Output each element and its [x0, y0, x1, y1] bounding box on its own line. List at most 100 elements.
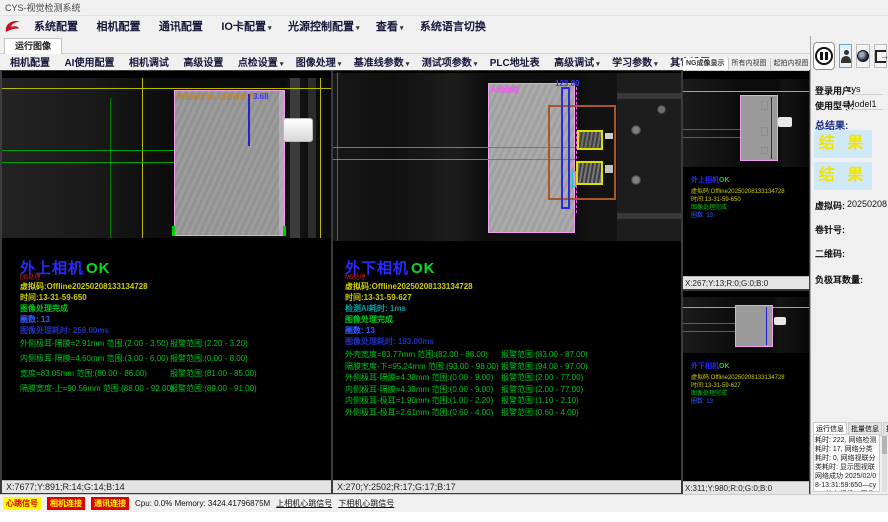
tab-run-image[interactable]: 运行图像	[4, 38, 62, 54]
ai-box-label: AI检测框	[491, 85, 519, 95]
done-line: 图像处理完成	[20, 303, 68, 314]
chevron-down-icon: ▾	[654, 61, 658, 68]
toolbar-item[interactable]: AI使用配置	[60, 58, 120, 69]
measure-green-vline	[110, 98, 111, 238]
control-buttons	[813, 42, 887, 70]
toolbar-item[interactable]: 图像处理▾	[292, 58, 346, 69]
gripper-shape	[774, 317, 786, 325]
status-bar: 心跳信号 相机连接 通讯连接 Cpu: 0.0% Memory: 3424.41…	[0, 494, 888, 512]
pause-button[interactable]	[813, 42, 835, 70]
mini-measurement-row: 隔膜宽度-上=90.56mm 范围:(88.00 - 92.00)报警范围:(8…	[685, 245, 807, 253]
menu-item[interactable]: 通讯配置	[153, 21, 211, 33]
measurement-text: 外侧极耳-隔膜=2.91mm 范围:(2.00 - 3.50)	[20, 338, 168, 349]
measurement-row: 隔膜宽度-上=90.56mm 范围:(88.00 - 92.00) 报警范围:(…	[2, 383, 331, 398]
count-line: 圈数: 13	[20, 314, 50, 325]
tab-all-views[interactable]: 所有内视图	[729, 58, 771, 70]
measure-blue-box	[561, 87, 570, 209]
camera-image-lower[interactable]: AI检测框 123.80	[333, 73, 681, 241]
alarm-range-text: 报警范围:(2.00 - 77.00)	[501, 372, 583, 383]
menu-item[interactable]: 光源控制配置▾	[282, 21, 366, 33]
pixel-coordinate-bar: X:311;Y:980;R:0;G:0;B:0	[683, 481, 809, 494]
baseline-yellow-vline	[142, 78, 143, 238]
measurement-text: 内侧极耳-极耳=1.90mm 范围:(1.00 - 2.20)	[345, 395, 493, 406]
gripper-shape	[778, 117, 792, 127]
toolbar-item[interactable]: PLC地址表	[486, 58, 546, 69]
measurement-row: 隔膜宽度-下=95.24mm 范围:(93.00 - 98.00) 报警范围:(…	[333, 361, 681, 373]
measurement-rows: 外壳宽度=83.77mm 范围:(82.00 - 88.00) 报警范围:(83…	[333, 349, 681, 418]
tab-ng-display[interactable]: NG成像显示	[683, 58, 729, 70]
mini-camera-title: 外上相机OK	[691, 175, 730, 185]
camera-lens-icon	[857, 50, 869, 62]
measure-green-hline	[683, 137, 740, 138]
pixel-coordinate-bar: X:7677;Y:891;R:14;G:14;B:14	[2, 480, 331, 493]
mini-view-lower[interactable]: 外下相机OK 虚拟码:Offline20250208133134728 时间:1…	[683, 291, 809, 494]
measure-green-hline	[333, 159, 575, 160]
scrollbar-thumb[interactable]	[882, 436, 887, 454]
mini-measurement-row: 外侧极耳-隔膜=4.38mm 范围:(0.00 - 9.00)报警范围:(2.0…	[685, 423, 807, 431]
toolbar-item[interactable]: 基准线参数▾	[350, 58, 414, 69]
toolbar-item[interactable]: 高级调试▾	[550, 58, 604, 69]
window-title: CYS-视觉检测系统	[5, 3, 81, 13]
measure-value-label: 3.68	[253, 92, 269, 101]
chevron-down-icon: ▾	[338, 61, 342, 68]
alarm-range-text: 报警范围:(2.00 - 77.00)	[501, 384, 583, 395]
mini-measurement-row: 外侧极耳-极耳=2.61mm 范围:(0.60 - 4.00)报警范围:(0.6…	[685, 447, 807, 455]
alarm-range-text: 报警范围:(81.00 - 85.00)	[170, 368, 257, 379]
measurement-text: 外侧极耳-极耳=2.61mm 范围:(0.60 - 4.00)	[345, 407, 493, 418]
measure-blue-line	[766, 307, 767, 345]
menu-item[interactable]: 查看▾	[370, 21, 410, 33]
measurement-row: 外侧极耳-隔膜=4.38mm 范围:(0.00 - 9.00) 报警范围:(2.…	[333, 372, 681, 384]
comm-link-badge: 通讯连接	[91, 497, 129, 510]
toolbar-item[interactable]: 学习参数▾	[608, 58, 662, 69]
mini-view-upper[interactable]: 外上相机OK 虚拟码:Offline20250208133134728 时间:1…	[683, 71, 809, 289]
measurement-row: 内侧极耳-隔膜=4.60mm 范围:(3.00 - 6.00) 报警范围:(0.…	[2, 353, 331, 368]
time-line: 时间:13-31-59-650	[20, 292, 87, 303]
measurement-text: 宽度=83.05mm 范围:(80.00 - 86.00)	[20, 368, 147, 379]
mini-measurement-row: 内侧极耳-隔膜=4.60mm 范围:(3.00 - 6.00)报警范围:(0.0…	[685, 229, 807, 237]
winding-pin-label: 卷针号:	[815, 223, 845, 236]
alarm-range-text: 报警范围:(0.00 - 8.00)	[170, 353, 248, 364]
tab-start-views[interactable]: 起拍内视图	[771, 58, 813, 70]
tab-detect-box-yellow	[576, 161, 603, 185]
alarm-range-text: 报警范围:(94.00 - 97.00)	[501, 361, 588, 372]
menu-item[interactable]: IO卡配置▾	[215, 21, 277, 33]
ai-elapsed-line: 检测AI耗时: 1ms	[345, 303, 406, 314]
title-bar: CYS-视觉检测系统	[0, 0, 888, 16]
camera-lens-button[interactable]	[856, 44, 870, 68]
toolbar-item[interactable]: 高级设置	[179, 58, 229, 69]
roi-edge-strip	[279, 91, 284, 235]
camera-status: OK	[86, 260, 111, 277]
measurement-rows: 外侧极耳-隔膜=2.91mm 范围:(2.00 - 3.50) 报警范围:(2.…	[2, 338, 331, 398]
count-line: 圈数: 13	[345, 325, 375, 336]
alarm-range-text: 报警范围:(83.00 - 87.00)	[501, 349, 588, 360]
log-scrollbar[interactable]	[882, 434, 887, 492]
camera-sub-label: M5处理	[20, 272, 40, 281]
toolbar-item[interactable]: 相机调试	[125, 58, 175, 69]
toolbar-item[interactable]: 点检设置▾	[234, 58, 288, 69]
measurement-text: 外侧极耳-隔膜=4.38mm 范围:(0.00 - 9.00)	[345, 372, 493, 383]
measure-green-hline	[2, 162, 175, 163]
alarm-range-text: 报警范围:(1.10 - 2.10)	[501, 395, 579, 406]
cell-roi-box	[735, 305, 773, 347]
menu-item[interactable]: 相机配置	[90, 21, 148, 33]
toolbar-item[interactable]: 测试项参数▾	[418, 58, 482, 69]
menu-bar: 系统配置 相机配置 通讯配置 IO卡配置▾ 光源控制配置▾ 查看▾ 系统语言切换	[0, 16, 888, 36]
pause-icon	[815, 47, 833, 65]
camera-image-upper[interactable]: 静态阈值:93, 动态阈值:100 3.68	[2, 78, 331, 238]
mini-measurement-row: 外壳宽度=83.77mm 范围:(82.00 - 88.00)报警范围:(83.…	[685, 407, 807, 415]
toolbar-item[interactable]: 相机配置	[6, 58, 56, 69]
negative-tab-count-label: 负极耳数量:	[815, 273, 863, 286]
bottom-filler	[0, 512, 888, 522]
baseline-yellow-hline	[683, 91, 809, 92]
chevron-down-icon: ▾	[400, 25, 404, 32]
measure-green-hline	[2, 150, 175, 151]
edge-tick-green	[172, 226, 175, 236]
user-button[interactable]	[839, 44, 852, 68]
menu-item[interactable]: 系统配置	[28, 21, 86, 33]
exit-button[interactable]	[874, 44, 887, 68]
done-line: 图像处理完成	[345, 314, 393, 325]
measurement-row: 内侧极耳-极耳=1.90mm 范围:(1.00 - 2.20) 报警范围:(1.…	[333, 395, 681, 407]
mini-measurement-row: 宽度=83.05mm 范围:(80.00 - 86.00)报警范围:(81.00…	[685, 237, 807, 245]
measurement-text: 隔膜宽度-上=90.56mm 范围:(88.00 - 92.00)	[20, 383, 174, 394]
menu-item[interactable]: 系统语言切换	[414, 21, 494, 33]
